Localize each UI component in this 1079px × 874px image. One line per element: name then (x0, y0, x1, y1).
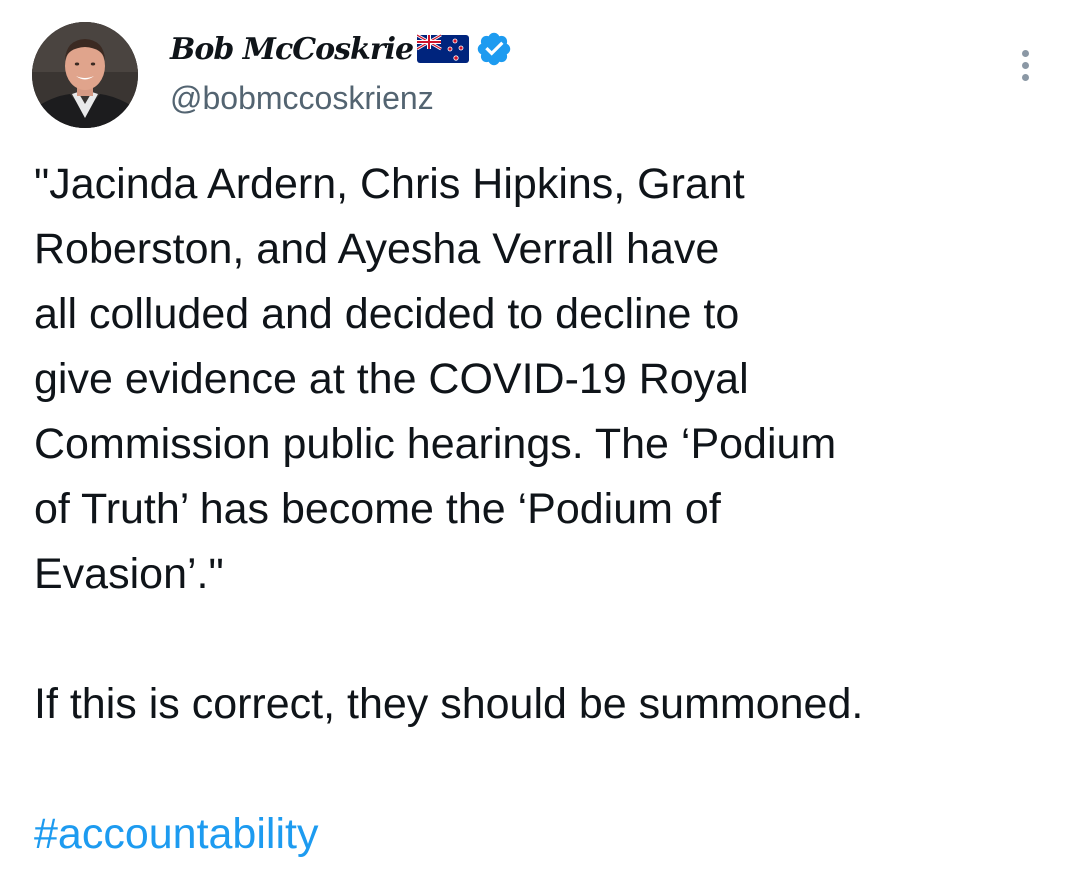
avatar[interactable] (32, 22, 138, 128)
tweet-comment: If this is correct, they should be summo… (34, 680, 864, 728)
tweet-text-line: Roberston, and Ayesha Verrall have (34, 225, 720, 273)
tweet-text-line: Evasion’." (34, 550, 224, 598)
more-options-icon (1021, 49, 1029, 57)
tweet-text-line: give evidence at the COVID-19 Royal (34, 355, 749, 403)
more-options-icon (1021, 73, 1029, 81)
author-name-row[interactable]: Bob McCoskrie (170, 26, 513, 72)
more-options-icon (1021, 61, 1029, 69)
tweet-text-line: of Truth’ has become the ‘Podium of (34, 485, 721, 533)
tweet-text: "Jacinda Ardern, Chris Hipkins, Grant Ro… (34, 152, 1054, 867)
more-options-button[interactable] (1010, 40, 1040, 90)
avatar-photo (32, 22, 138, 128)
tweet-card: Bob McCoskrie @bobmccoskrienz "Jacinda A… (0, 0, 1079, 874)
verified-badge-icon (475, 30, 513, 68)
tweet-text-line: "Jacinda Ardern, Chris Hipkins, Grant (34, 160, 745, 208)
new-zealand-flag-icon (416, 33, 470, 65)
hashtag-link[interactable]: #accountability (34, 802, 1054, 867)
author-handle[interactable]: @bobmccoskrienz (170, 80, 434, 117)
tweet-text-line: Commission public hearings. The ‘Podium (34, 420, 837, 468)
author-display-name[interactable]: Bob McCoskrie (170, 32, 414, 67)
tweet-text-line: all colluded and decided to decline to (34, 290, 740, 338)
